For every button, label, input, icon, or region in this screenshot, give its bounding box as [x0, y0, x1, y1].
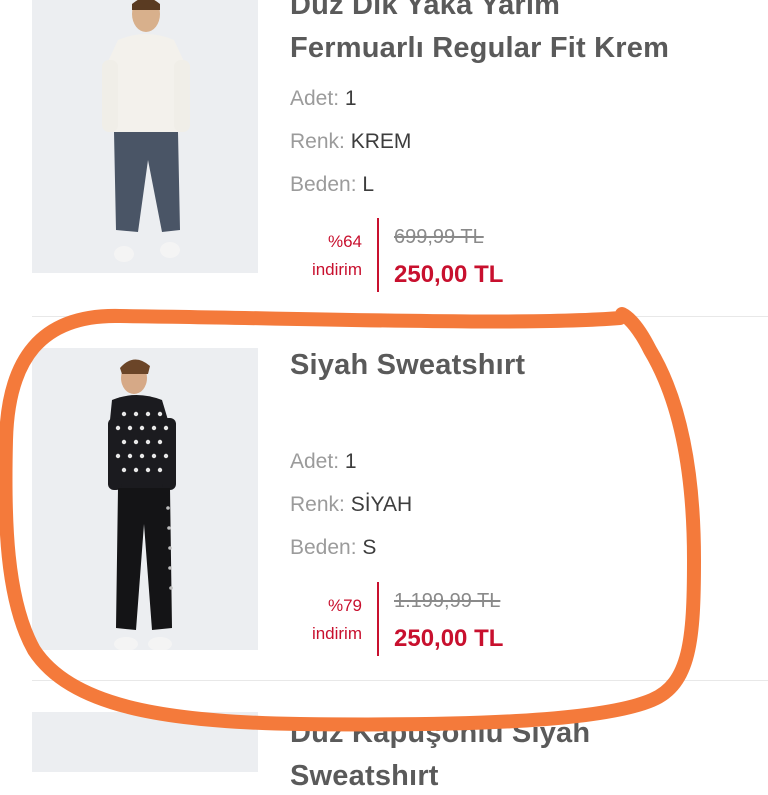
quantity-row: Adet: 1 [290, 449, 357, 475]
color-label: Renk: [290, 130, 345, 153]
quantity-row: Adet: 1 [290, 86, 357, 112]
size-label: Beden: [290, 173, 357, 196]
sale-price: 250,00 TL [394, 625, 504, 652]
price-divider [377, 582, 379, 656]
quantity-label: Adet: [290, 450, 340, 473]
product-title[interactable]: Düz Kapüşonlu Siyah Sweatshırt [290, 714, 590, 795]
size-row: Beden: L [290, 172, 374, 198]
product-photo-krem [32, 0, 258, 273]
old-price: 699,99 TL [394, 226, 484, 248]
size-value: S [362, 536, 377, 559]
sale-price: 250,00 TL [394, 261, 504, 288]
color-value: SİYAH [350, 493, 413, 516]
discount-word: indirim [311, 624, 362, 643]
color-row: Renk: SİYAH [290, 492, 412, 518]
size-row: Beden: S [290, 535, 376, 561]
discount-percent: %64 [327, 232, 362, 251]
quantity-label: Adet: [290, 87, 340, 110]
cart-item: Siyah Sweatshırt Adet: 1 Renk: SİYAH Bed… [0, 318, 768, 682]
cart-item: Düz Dik Yaka Yarım Fermuarlı Regular Fit… [0, 0, 768, 318]
discount-percent: %79 [327, 596, 362, 615]
discount-word: indirim [311, 260, 362, 279]
product-title[interactable]: Siyah Sweatshırt [290, 346, 525, 384]
product-title[interactable]: Düz Dik Yaka Yarım Fermuarlı Regular Fit… [290, 0, 669, 67]
product-image[interactable] [32, 0, 258, 273]
divider [32, 680, 768, 681]
cart-item: Düz Kapüşonlu Siyah Sweatshırt [0, 682, 768, 792]
size-value: L [362, 173, 375, 196]
quantity-value: 1 [344, 87, 357, 110]
quantity-value: 1 [344, 450, 357, 473]
product-image[interactable] [32, 348, 258, 650]
color-row: Renk: KREM [290, 129, 411, 155]
color-label: Renk: [290, 493, 345, 516]
discount-badge: %79 indirim [290, 592, 362, 648]
price-divider [377, 218, 379, 292]
product-photo-siyah [32, 348, 258, 650]
color-value: KREM [350, 130, 412, 153]
product-image[interactable] [32, 712, 258, 772]
divider [32, 316, 768, 317]
old-price: 1.199,99 TL [394, 590, 501, 612]
size-label: Beden: [290, 536, 357, 559]
discount-badge: %64 indirim [290, 228, 362, 284]
